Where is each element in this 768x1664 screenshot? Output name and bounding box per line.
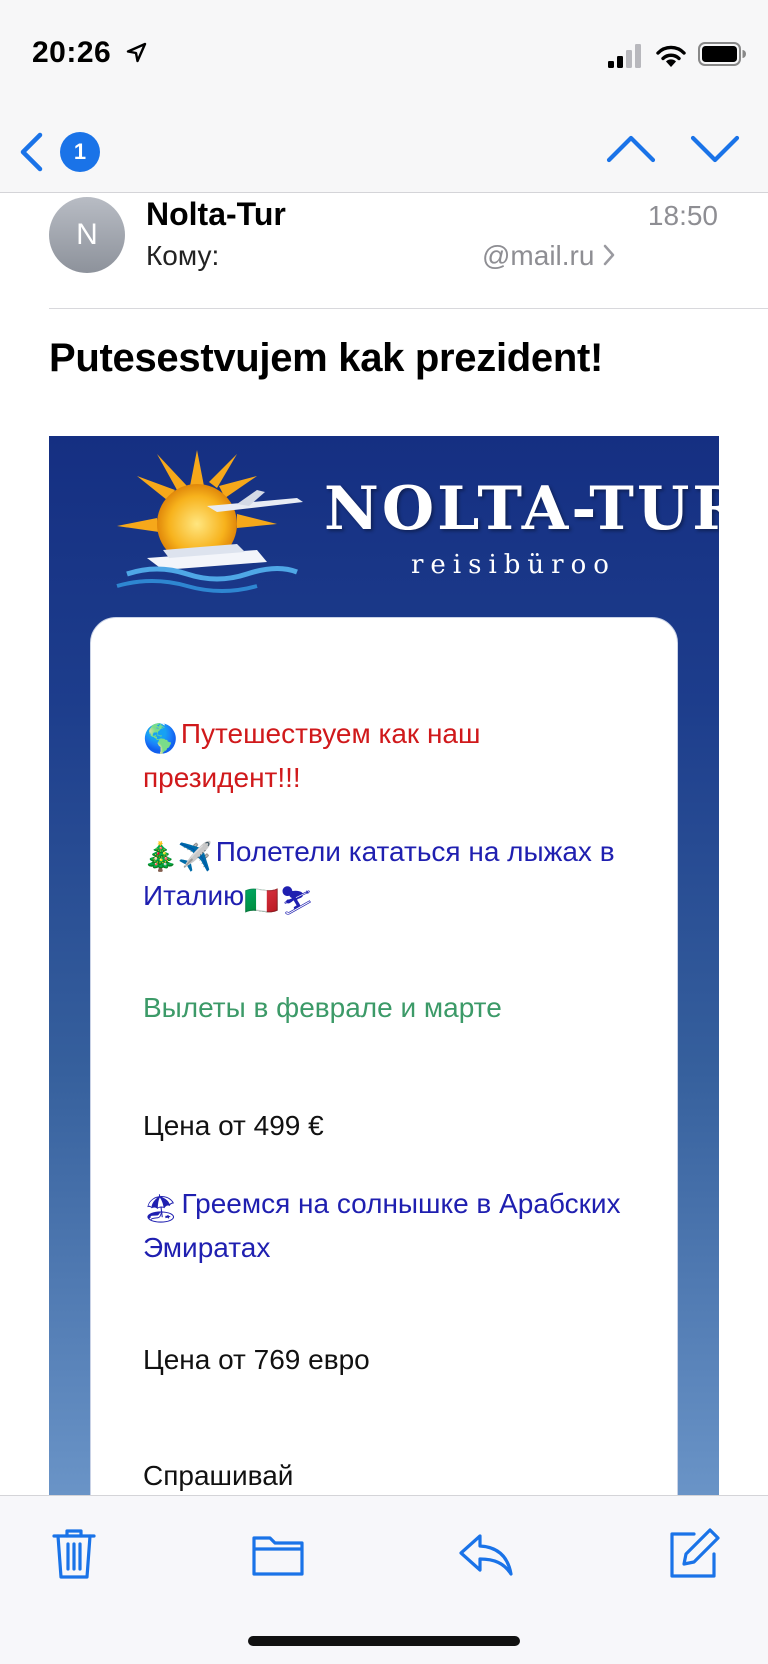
- header-divider: [49, 308, 768, 309]
- compose-icon: [670, 1528, 720, 1578]
- globe-emoji: 🌎: [143, 723, 178, 754]
- promo-price-uae: Цена от 769 евро: [143, 1344, 370, 1375]
- promo-headline-text: Путешествуем как наш президент!!!: [143, 718, 481, 793]
- trash-icon: [52, 1529, 96, 1579]
- brand-tagline: reisibüroo: [411, 550, 616, 580]
- promo-ask: Спрашивай: [143, 1460, 294, 1491]
- compose-button[interactable]: [664, 1524, 724, 1584]
- email-body-newsletter: NOLTA-TUR reisibüroo 🌎 Путешествуем как н…: [49, 436, 719, 1496]
- wifi-icon: [656, 45, 686, 67]
- brand-name: NOLTA-TUR: [324, 474, 719, 544]
- chevron-down-icon: [690, 135, 740, 163]
- mail-nav-bar: 1: [0, 110, 768, 193]
- status-time: 20:26: [32, 36, 112, 69]
- reply-icon: [459, 1534, 513, 1576]
- unread-count-badge: 1: [60, 132, 100, 172]
- sender-name[interactable]: Nolta-Tur: [146, 196, 286, 233]
- chevron-left-icon: [20, 132, 43, 172]
- message-time: 18:50: [647, 200, 718, 231]
- trash-button[interactable]: [44, 1524, 104, 1584]
- recipient-text: @mail.ru: [482, 240, 595, 271]
- promo-departures: Вылеты в феврале и марте: [143, 992, 502, 1023]
- status-bar: 20:26: [0, 0, 768, 110]
- italy-flag-skier-emoji: 🇮🇹⛷: [244, 885, 315, 916]
- reply-button[interactable]: [456, 1524, 516, 1584]
- chevron-right-icon: [604, 244, 615, 266]
- move-to-folder-button[interactable]: [248, 1524, 308, 1584]
- sender-avatar[interactable]: N: [49, 197, 125, 273]
- tree-plane-emoji: 🎄✈️: [143, 841, 213, 872]
- promo-italy-text: Полетели кататься на лыжах в Италию: [143, 836, 615, 911]
- back-button[interactable]: 1: [14, 124, 104, 176]
- battery-icon: [698, 42, 746, 66]
- home-indicator[interactable]: [248, 1636, 520, 1646]
- bottom-toolbar: [0, 1495, 768, 1664]
- to-label: Кому:: [146, 240, 220, 271]
- promo-uae-text: Греемся на солнышке в Арабских Эмиратах: [143, 1188, 621, 1263]
- promo-headline: 🌎 Путешествуем как наш президент!!!: [143, 714, 623, 797]
- next-message-button[interactable]: [688, 124, 742, 174]
- chevron-up-icon: [606, 135, 656, 163]
- promo-price-italy: Цена от 499 €: [143, 1110, 324, 1141]
- recipient-address[interactable]: @mail.ru: [482, 240, 616, 272]
- promo-uae: 🏖 Греемся на солнышке в Арабских Эмиратах: [143, 1184, 623, 1267]
- folder-icon: [252, 1536, 304, 1576]
- location-arrow-icon: [126, 42, 147, 63]
- sun-plane-ship-logo: [116, 450, 303, 593]
- beach-emoji: 🏖: [143, 1193, 179, 1224]
- previous-message-button[interactable]: [604, 124, 658, 174]
- promo-italy-ski: 🎄✈️ Полетели кататься на лыжах в Италию🇮🇹…: [143, 832, 623, 920]
- promo-card: 🌎 Путешествуем как наш президент!!! 🎄✈️ По…: [90, 617, 678, 1496]
- message-subject: Putesestvujem kak prezident!: [49, 336, 604, 380]
- cellular-signal-icon: [608, 44, 641, 68]
